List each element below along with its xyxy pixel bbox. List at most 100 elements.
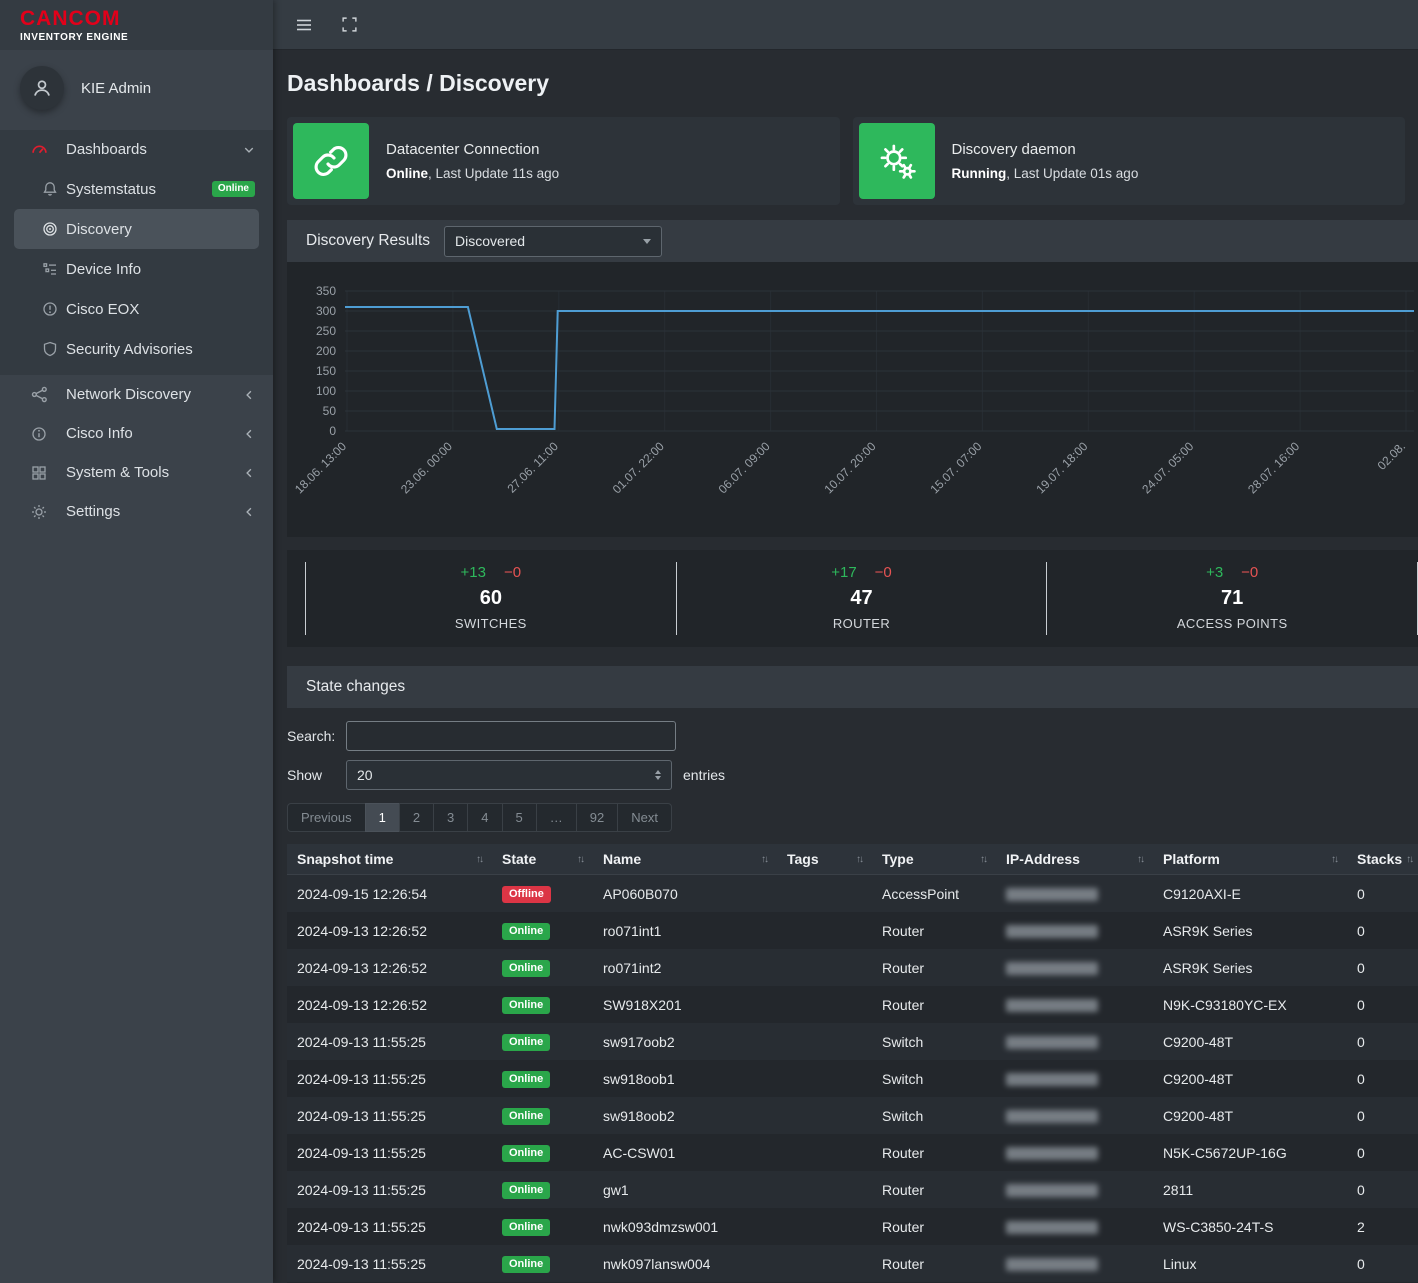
network-icon: [29, 386, 49, 403]
card-text: Discovery daemon Running, Last Update 01…: [952, 141, 1139, 181]
chevron-left-icon: [243, 506, 255, 518]
card-status: Running, Last Update 01s ago: [952, 166, 1139, 181]
table-row[interactable]: 2024-09-13 12:26:52 Online SW918X201 Rou…: [287, 986, 1418, 1023]
table-row[interactable]: 2024-09-13 11:55:25 Online gw1 Router 28…: [287, 1171, 1418, 1208]
page-button-92[interactable]: 92: [576, 803, 618, 832]
card-status: Online, Last Update 11s ago: [386, 166, 559, 181]
cell-tags: [777, 949, 872, 986]
discovered-filter-select[interactable]: Discovered: [444, 226, 662, 257]
column-header-stacks[interactable]: Stacks↑↓: [1347, 844, 1418, 875]
page-button-3[interactable]: 3: [433, 803, 468, 832]
sort-icon: ↑↓: [476, 854, 482, 865]
table-row[interactable]: 2024-09-13 12:26:52 Online ro071int2 Rou…: [287, 949, 1418, 986]
page-button-next[interactable]: Next: [617, 803, 672, 832]
cell-type: Switch: [872, 1097, 996, 1134]
sidebar-item-network-discovery[interactable]: Network Discovery: [0, 375, 273, 414]
search-label: Search:: [287, 728, 346, 744]
sidebar-item-security-advisories[interactable]: Security Advisories: [0, 329, 273, 369]
cell-state: Online: [492, 1097, 593, 1134]
svg-text:10.07. 20:00: 10.07. 20:00: [822, 439, 879, 496]
pagination: Previous12345…92Next: [287, 803, 1418, 832]
sidebar-item-cisco-eox[interactable]: Cisco EOX: [0, 289, 273, 329]
sidebar-item-device-info[interactable]: Device Info: [0, 249, 273, 289]
cell-stacks: 0: [1347, 1134, 1418, 1171]
page-button-previous[interactable]: Previous: [287, 803, 366, 832]
search-input[interactable]: [346, 721, 676, 751]
topbar: [273, 0, 1418, 50]
sidebar-item-settings[interactable]: Settings: [0, 492, 273, 531]
column-header-type[interactable]: Type↑↓: [872, 844, 996, 875]
table-row[interactable]: 2024-09-13 11:55:25 Online sw918oob2 Swi…: [287, 1097, 1418, 1134]
status-badge: Online: [502, 1182, 550, 1199]
state-table-body: 2024-09-15 12:26:54 Offline AP060B070 Ac…: [287, 875, 1418, 1283]
table-row[interactable]: 2024-09-13 11:55:25 Online AC-CSW01 Rout…: [287, 1134, 1418, 1171]
removed-count: −0: [504, 564, 521, 581]
table-row[interactable]: 2024-09-13 11:55:25 Online nwk093dmzsw00…: [287, 1208, 1418, 1245]
cell-name: AP060B070: [593, 875, 777, 913]
cell-snapshot-time: 2024-09-13 12:26:52: [287, 912, 492, 949]
svg-text:150: 150: [316, 364, 336, 378]
cell-platform: 2811: [1153, 1171, 1347, 1208]
shield-icon: [40, 341, 60, 357]
sidebar-item-system-tools[interactable]: System & Tools: [0, 453, 273, 492]
table-row[interactable]: 2024-09-13 11:55:25 Online nwk097lansw00…: [287, 1245, 1418, 1282]
page-button-5[interactable]: 5: [502, 803, 537, 832]
stat-router: +17−0 47 ROUTER: [676, 562, 1047, 635]
cell-platform: C9120AXI-E: [1153, 875, 1347, 913]
sidebar-nav: Dashboards Systemstatus Online: [0, 130, 273, 531]
added-count: +3: [1206, 564, 1223, 581]
column-header-tags[interactable]: Tags↑↓: [777, 844, 872, 875]
cell-type: Router: [872, 1245, 996, 1282]
sidebar-item-dashboards[interactable]: Dashboards: [0, 130, 273, 169]
sort-icon: ↑↓: [980, 854, 986, 865]
fullscreen-icon[interactable]: [341, 16, 358, 33]
chevron-left-icon: [243, 428, 255, 440]
redacted-ip: [1006, 962, 1098, 975]
cell-platform: C9200-48T: [1153, 1097, 1347, 1134]
cell-stacks: 0: [1347, 949, 1418, 986]
cell-tags: [777, 1171, 872, 1208]
menu-icon[interactable]: [295, 16, 313, 34]
status-badge: Online: [502, 1256, 550, 1273]
table-row[interactable]: 2024-09-13 12:26:52 Online ro071int1 Rou…: [287, 912, 1418, 949]
redacted-ip: [1006, 1147, 1098, 1160]
state-changes-panel: State changes Search: Show 20 entries: [287, 666, 1418, 1283]
cell-state: Online: [492, 986, 593, 1023]
column-header-platform[interactable]: Platform↑↓: [1153, 844, 1347, 875]
page-size-select[interactable]: 20: [346, 760, 672, 790]
device-stats: +13−0 60 SWITCHES +17−0 47 ROUTER +3−0 7…: [287, 550, 1418, 647]
cell-tags: [777, 986, 872, 1023]
avatar: [20, 66, 64, 110]
column-header-snapshot-time[interactable]: Snapshot time↑↓: [287, 844, 492, 875]
redacted-ip: [1006, 1258, 1098, 1271]
status-badge: Online: [502, 1219, 550, 1236]
column-header-name[interactable]: Name↑↓: [593, 844, 777, 875]
cell-tags: [777, 1023, 872, 1060]
column-header-ip-address[interactable]: IP-Address↑↓: [996, 844, 1153, 875]
table-row[interactable]: 2024-09-13 11:55:25 Online sw917oob2 Swi…: [287, 1023, 1418, 1060]
column-header-state[interactable]: State↑↓: [492, 844, 593, 875]
cell-tags: [777, 1245, 872, 1282]
sort-icon: ↑↓: [1406, 854, 1412, 865]
table-row[interactable]: 2024-09-15 12:26:54 Offline AP060B070 Ac…: [287, 875, 1418, 913]
cell-type: Router: [872, 912, 996, 949]
sidebar-item-cisco-info[interactable]: Cisco Info: [0, 414, 273, 453]
cell-name: ro071int1: [593, 912, 777, 949]
page-button-4[interactable]: 4: [467, 803, 502, 832]
page-button-1[interactable]: 1: [365, 803, 400, 832]
svg-text:0: 0: [329, 424, 336, 438]
removed-count: −0: [1241, 564, 1258, 581]
sidebar-item-systemstatus[interactable]: Systemstatus Online: [0, 169, 273, 209]
sidebar-item-discovery[interactable]: Discovery: [14, 209, 259, 249]
cell-type: Router: [872, 986, 996, 1023]
app-root: CANCOM INVENTORY ENGINE KIE Admin Dashbo…: [0, 0, 1418, 1283]
stat-delta: +13−0: [306, 564, 676, 581]
page-button-2[interactable]: 2: [399, 803, 434, 832]
cell-stacks: 0: [1347, 1171, 1418, 1208]
cell-stacks: 0: [1347, 1060, 1418, 1097]
cell-name: sw918oob2: [593, 1097, 777, 1134]
page-button-ellipsis[interactable]: …: [536, 803, 577, 832]
cell-ip: [996, 1023, 1153, 1060]
table-row[interactable]: 2024-09-13 11:55:25 Online sw918oob1 Swi…: [287, 1060, 1418, 1097]
status-badge: Online: [502, 997, 550, 1014]
